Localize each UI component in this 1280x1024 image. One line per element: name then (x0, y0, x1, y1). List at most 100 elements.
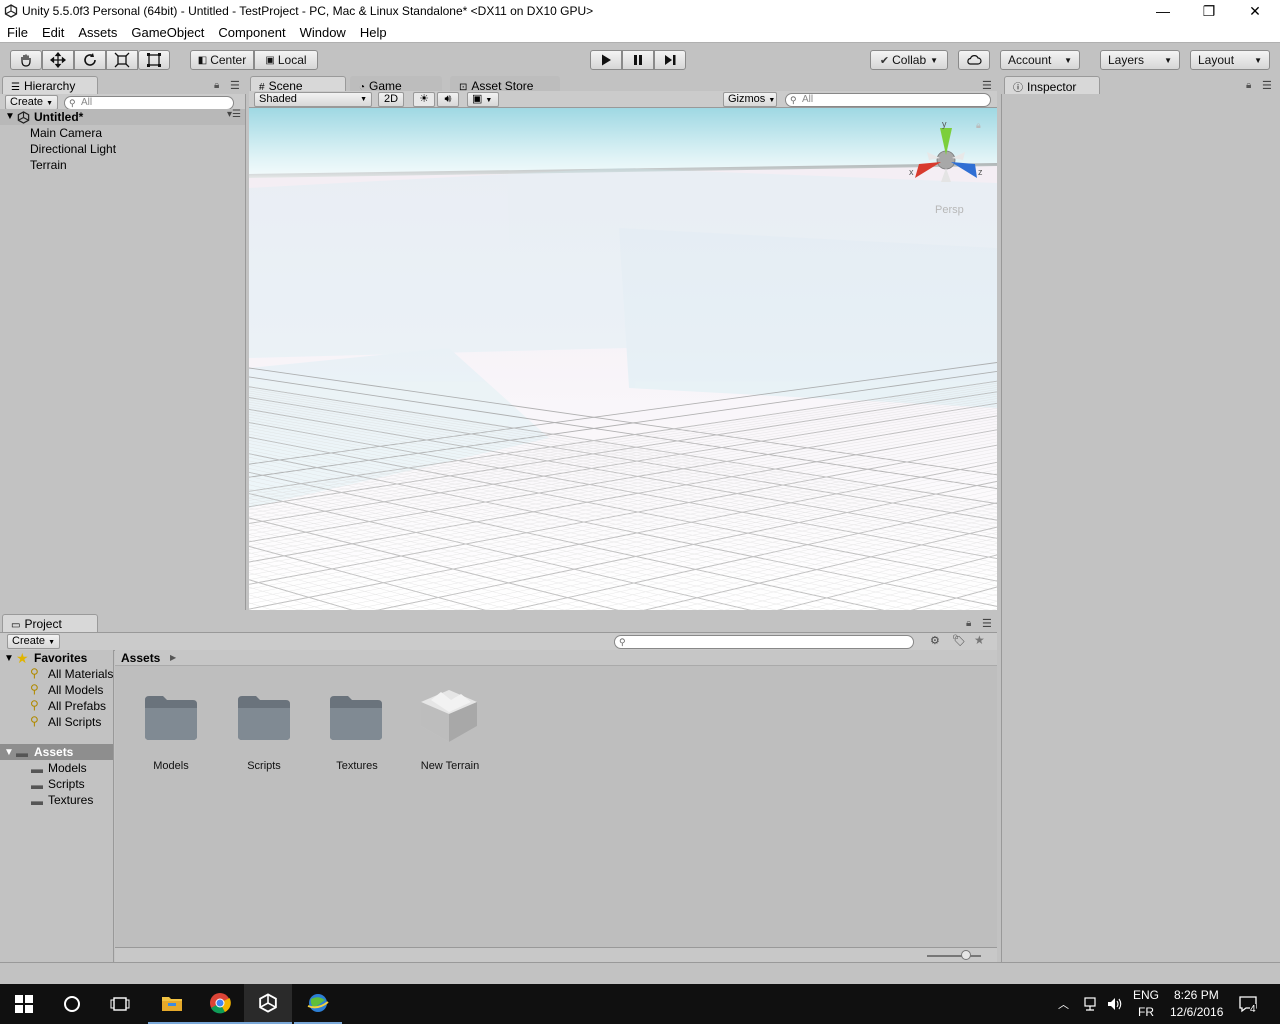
play-button[interactable] (590, 50, 622, 70)
tab-hierarchy[interactable]: ☰ Hierarchy (2, 76, 98, 94)
start-button[interactable] (0, 984, 48, 1024)
project-create-button[interactable]: Create ▼ (7, 634, 61, 649)
tab-project[interactable]: ▭ Project (2, 614, 98, 632)
expand-arrow-icon[interactable]: ▼ (4, 747, 14, 758)
hierarchy-item-terrain[interactable]: Terrain (30, 158, 67, 172)
persp-label[interactable]: Persp (935, 204, 964, 216)
tab-inspector[interactable]: ⓘ Inspector (1004, 76, 1100, 94)
maximize-button[interactable]: ❐ (1186, 0, 1232, 22)
cloud-button[interactable] (958, 50, 990, 70)
chevron-down-icon: ▼ (1164, 55, 1172, 65)
taskbar-chrome[interactable] (196, 984, 244, 1024)
grid-item-models[interactable]: Models (126, 760, 216, 772)
lock-icon[interactable]: 🔒︎ (214, 80, 219, 91)
clock-time[interactable]: 8:26 PM (1174, 988, 1219, 1002)
2d-toggle[interactable]: 2D (378, 92, 404, 107)
grid-item-new-terrain[interactable]: New Terrain (405, 760, 495, 772)
gizmo-lock-icon[interactable]: 🔒︎ (976, 120, 981, 131)
language-indicator-top[interactable]: ENG (1133, 988, 1159, 1002)
favorite-star-icon[interactable]: ★ (974, 633, 985, 647)
step-button[interactable] (654, 50, 686, 70)
taskbar-unity[interactable] (244, 984, 292, 1024)
layers-dropdown[interactable]: Layers ▼ (1100, 50, 1180, 70)
menu-gameobject[interactable]: GameObject (124, 25, 211, 40)
grid-item-scripts[interactable]: Scripts (219, 760, 309, 772)
panel-menu-icon[interactable]: ☰ (982, 617, 992, 630)
expand-arrow-icon[interactable]: ▼ (4, 653, 14, 664)
lock-icon[interactable]: 🔒︎ (966, 618, 971, 629)
search-button[interactable] (48, 984, 96, 1024)
rotate-tool-button[interactable] (74, 50, 106, 70)
notification-count: 4 (1250, 1004, 1256, 1015)
scene-menu-icon[interactable]: ▾☰ (227, 109, 241, 120)
pause-button[interactable] (622, 50, 654, 70)
hierarchy-search-input[interactable]: ⚲ All (64, 96, 234, 110)
rect-tool-button[interactable] (138, 50, 170, 70)
volume-icon[interactable] (1106, 996, 1124, 1012)
zoom-slider-thumb[interactable] (961, 950, 971, 960)
menu-file[interactable]: File (0, 25, 35, 40)
scene-orientation-gizmo[interactable]: y x z (909, 122, 997, 202)
tree-folder-textures[interactable]: Textures (48, 793, 93, 807)
hierarchy-item-main-camera[interactable]: Main Camera (30, 126, 102, 140)
tree-folder-models[interactable]: Models (48, 761, 87, 775)
panel-menu-icon[interactable]: ☰ (230, 79, 240, 92)
panel-menu-icon[interactable]: ☰ (1262, 79, 1272, 92)
taskbar-app-globe[interactable] (294, 984, 342, 1024)
tree-folder-scripts[interactable]: Scripts (48, 777, 85, 791)
shading-mode-dropdown[interactable]: Shaded ▼ (254, 92, 372, 107)
menu-window[interactable]: Window (293, 25, 353, 40)
favorite-all-models[interactable]: All Models (48, 683, 103, 697)
minimize-button[interactable]: — (1140, 0, 1186, 22)
folder-icon[interactable] (236, 692, 292, 742)
network-icon[interactable] (1082, 996, 1100, 1012)
filter-by-label-icon[interactable]: 🏷︎ (952, 634, 966, 647)
task-view-button[interactable] (96, 984, 144, 1024)
favorite-all-prefabs[interactable]: All Prefabs (48, 699, 106, 713)
zoom-slider-track[interactable] (927, 955, 981, 957)
scene-viewport[interactable]: y x z 🔒︎ Persp (249, 108, 997, 610)
menu-component[interactable]: Component (211, 25, 292, 40)
audio-toggle[interactable]: 🔊︎ (437, 92, 459, 107)
filter-by-type-icon[interactable]: ⚙ (930, 634, 940, 647)
project-search-input[interactable]: ⚲ (614, 635, 914, 649)
collab-dropdown[interactable]: ✔ Collab ▼ (870, 50, 948, 70)
taskbar-file-explorer[interactable] (148, 984, 196, 1024)
favorite-all-materials[interactable]: All Materials (48, 667, 113, 681)
hierarchy-create-button[interactable]: Create ▼ (5, 95, 59, 110)
layout-dropdown[interactable]: Layout ▼ (1190, 50, 1270, 70)
pivot-center-toggle[interactable]: ◧ Center (190, 50, 254, 70)
scale-tool-button[interactable] (106, 50, 138, 70)
lock-icon[interactable]: 🔒︎ (1246, 80, 1251, 91)
terrain-asset-icon[interactable] (417, 686, 481, 746)
menu-assets[interactable]: Assets (71, 25, 124, 40)
account-dropdown[interactable]: Account ▼ (1000, 50, 1080, 70)
clock-date[interactable]: 12/6/2016 (1170, 1005, 1223, 1019)
hierarchy-item-directional-light[interactable]: Directional Light (30, 142, 116, 156)
favorite-all-scripts[interactable]: All Scripts (48, 715, 101, 729)
pivot-label: Center (210, 53, 247, 67)
hierarchy-panel: Create ▼ ⚲ All ▼ Untitled* ▾☰ Main Camera… (0, 94, 246, 610)
expand-arrow-icon[interactable]: ▼ (5, 111, 15, 122)
axis-y-label: y (942, 122, 947, 129)
scene-search-input[interactable]: ⚲ All (785, 93, 991, 107)
favorites-label[interactable]: Favorites (34, 651, 87, 665)
folder-icon[interactable] (143, 692, 199, 742)
hand-tool-button[interactable] (10, 50, 42, 70)
breadcrumb-assets[interactable]: Assets (121, 651, 160, 665)
status-bar (0, 962, 1280, 984)
cortana-circle-icon (64, 996, 80, 1012)
close-button[interactable]: ✕ (1232, 0, 1278, 22)
pivot-space-toggle[interactable]: ▣ Local (254, 50, 318, 70)
lighting-toggle[interactable]: ☀ (413, 92, 435, 107)
move-tool-button[interactable] (42, 50, 74, 70)
create-label: Create (10, 96, 44, 108)
folder-icon[interactable] (328, 692, 384, 742)
show-hidden-icons-chevron-icon[interactable]: ︿ (1058, 996, 1069, 1012)
menu-help[interactable]: Help (353, 25, 394, 40)
menu-edit[interactable]: Edit (35, 25, 71, 40)
effects-dropdown[interactable]: ▣ ▼ (467, 92, 499, 107)
language-indicator-bottom[interactable]: FR (1138, 1005, 1154, 1019)
gizmos-dropdown[interactable]: Gizmos ▼ (723, 92, 777, 107)
grid-item-textures[interactable]: Textures (312, 760, 402, 772)
